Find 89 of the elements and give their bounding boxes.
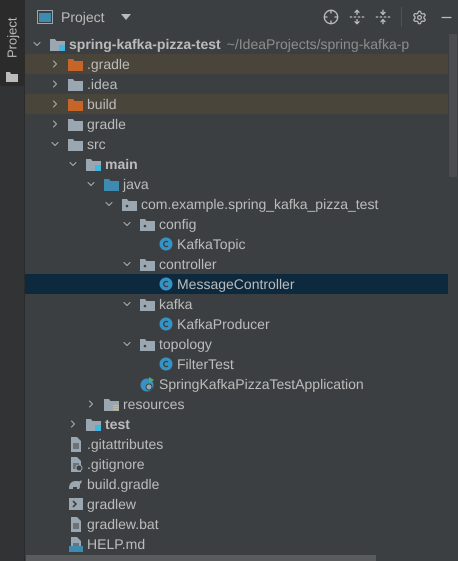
- gradle-icon: [68, 478, 83, 490]
- window-icon: [37, 10, 53, 24]
- node-label: build.gradle: [87, 474, 160, 494]
- tree-row[interactable]: HELP.md: [25, 534, 448, 554]
- node-label: .gitattributes: [87, 434, 164, 454]
- tree-row[interactable]: .gitattributes: [25, 434, 448, 454]
- tree-row[interactable]: .idea: [25, 74, 448, 94]
- expand-all-icon[interactable]: [349, 9, 365, 25]
- text-icon: [68, 516, 83, 532]
- package-icon: [122, 198, 137, 210]
- tree-row[interactable]: .gradle: [25, 54, 448, 74]
- tree-row[interactable]: build.gradle: [25, 474, 448, 494]
- node-label: KafkaProducer: [177, 314, 270, 334]
- app-icon: [140, 376, 155, 392]
- locate-icon[interactable]: [323, 9, 339, 25]
- package-icon: [140, 338, 155, 350]
- node-label: MessageController: [177, 274, 294, 294]
- tree-row[interactable]: config: [25, 214, 448, 234]
- node-label: controller: [159, 254, 217, 274]
- excluded-icon: [68, 58, 83, 70]
- node-label: java: [123, 174, 149, 194]
- package-icon: [140, 298, 155, 310]
- tree-row[interactable]: spring-kafka-pizza-test ~/IdeaProjects/spring-kafka-p: [25, 34, 448, 54]
- node-label: topology: [159, 334, 212, 354]
- settings-icon[interactable]: [412, 10, 427, 24]
- tree-row[interactable]: SpringKafkaPizzaTestApplication: [25, 374, 448, 394]
- node-label: .idea: [87, 74, 118, 94]
- node-label: build: [87, 94, 117, 114]
- excluded-icon: [68, 98, 83, 110]
- folder-icon: [68, 118, 83, 130]
- tree-row[interactable]: topology: [25, 334, 448, 354]
- tree-row[interactable]: src: [25, 134, 448, 154]
- tree-row[interactable]: controller: [25, 254, 448, 274]
- class-icon: [158, 237, 173, 251]
- panel-title: Project: [61, 8, 105, 27]
- node-label: .gradle: [87, 54, 130, 74]
- tree-row[interactable]: .gitignore: [25, 454, 448, 474]
- node-label: SpringKafkaPizzaTestApplication: [159, 374, 364, 394]
- node-label: config: [159, 214, 196, 234]
- markdown-icon: [68, 536, 83, 552]
- tree-row[interactable]: java: [25, 174, 448, 194]
- folder-icon: [68, 138, 83, 150]
- node-label: src: [87, 134, 106, 154]
- package-icon: [140, 218, 155, 230]
- node-label: KafkaTopic: [177, 234, 246, 254]
- class-icon: [158, 357, 173, 371]
- folder-icon: [6, 72, 18, 82]
- tree-row[interactable]: gradlew: [25, 494, 448, 514]
- tree-row[interactable]: KafkaProducer: [25, 314, 448, 334]
- module-icon: [50, 38, 65, 50]
- collapse-all-icon[interactable]: [375, 9, 391, 25]
- tree-row[interactable]: gradlew.bat: [25, 514, 448, 534]
- tree-row[interactable]: FilterTest: [25, 354, 448, 374]
- node-label: test: [105, 414, 130, 434]
- tree-row[interactable]: test: [25, 414, 448, 434]
- package-icon: [140, 258, 155, 270]
- node-label: .gitignore: [87, 454, 145, 474]
- text-icon: [68, 436, 83, 452]
- node-label: spring-kafka-pizza-test: [69, 34, 221, 54]
- project-side-tab[interactable]: Project: [0, 0, 24, 86]
- dropdown-caret-icon[interactable]: [120, 14, 131, 20]
- node-label: com.example.spring_kafka_pizza_test: [141, 194, 378, 214]
- tree-row[interactable]: KafkaTopic: [25, 234, 448, 254]
- tree-row[interactable]: MessageController: [25, 274, 448, 294]
- node-label: HELP.md: [87, 534, 146, 554]
- node-label: resources: [123, 394, 184, 414]
- node-label: FilterTest: [177, 354, 234, 374]
- tree-row[interactable]: gradle: [25, 114, 448, 134]
- source-icon: [104, 178, 119, 190]
- class-icon: [158, 317, 173, 331]
- node-label: gradle: [87, 114, 126, 134]
- node-label: gradlew.bat: [87, 514, 159, 534]
- resources-icon: [104, 398, 119, 410]
- class-icon: [158, 277, 173, 291]
- node-label: kafka: [159, 294, 192, 314]
- script-icon: [68, 498, 83, 510]
- module-icon: [86, 158, 101, 170]
- ignore-icon: [68, 456, 83, 472]
- module-icon: [86, 418, 101, 430]
- tree-row[interactable]: resources: [25, 394, 448, 414]
- tree-row[interactable]: main: [25, 154, 448, 174]
- node-label: main: [105, 154, 138, 174]
- tree-row[interactable]: build: [25, 94, 448, 114]
- node-label: gradlew: [87, 494, 136, 514]
- project-path: ~/IdeaProjects/spring-kafka-p: [226, 34, 410, 54]
- tree-row[interactable]: com.example.spring_kafka_pizza_test: [25, 194, 448, 214]
- tree-row[interactable]: kafka: [25, 294, 448, 314]
- folder-icon: [68, 78, 83, 90]
- horizontal-scrollbar[interactable]: [26, 555, 376, 561]
